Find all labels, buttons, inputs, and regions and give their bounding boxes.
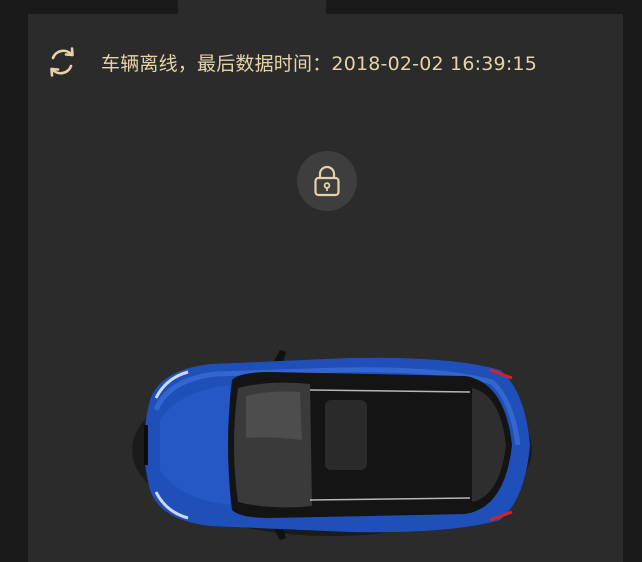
top-tab-handle <box>178 0 326 14</box>
connection-status-row: 车辆离线，最后数据时间：2018-02-02 16:39:15 <box>45 42 537 82</box>
lock-icon <box>314 165 340 197</box>
refresh-icon <box>50 47 74 77</box>
car-top-view <box>132 350 532 540</box>
lock-button[interactable] <box>297 151 357 211</box>
vehicle-status-screen: 车辆离线，最后数据时间：2018-02-02 16:39:15 <box>0 0 642 562</box>
offline-status-text: 车辆离线，最后数据时间：2018-02-02 16:39:15 <box>101 52 537 75</box>
refresh-button[interactable] <box>45 45 79 79</box>
